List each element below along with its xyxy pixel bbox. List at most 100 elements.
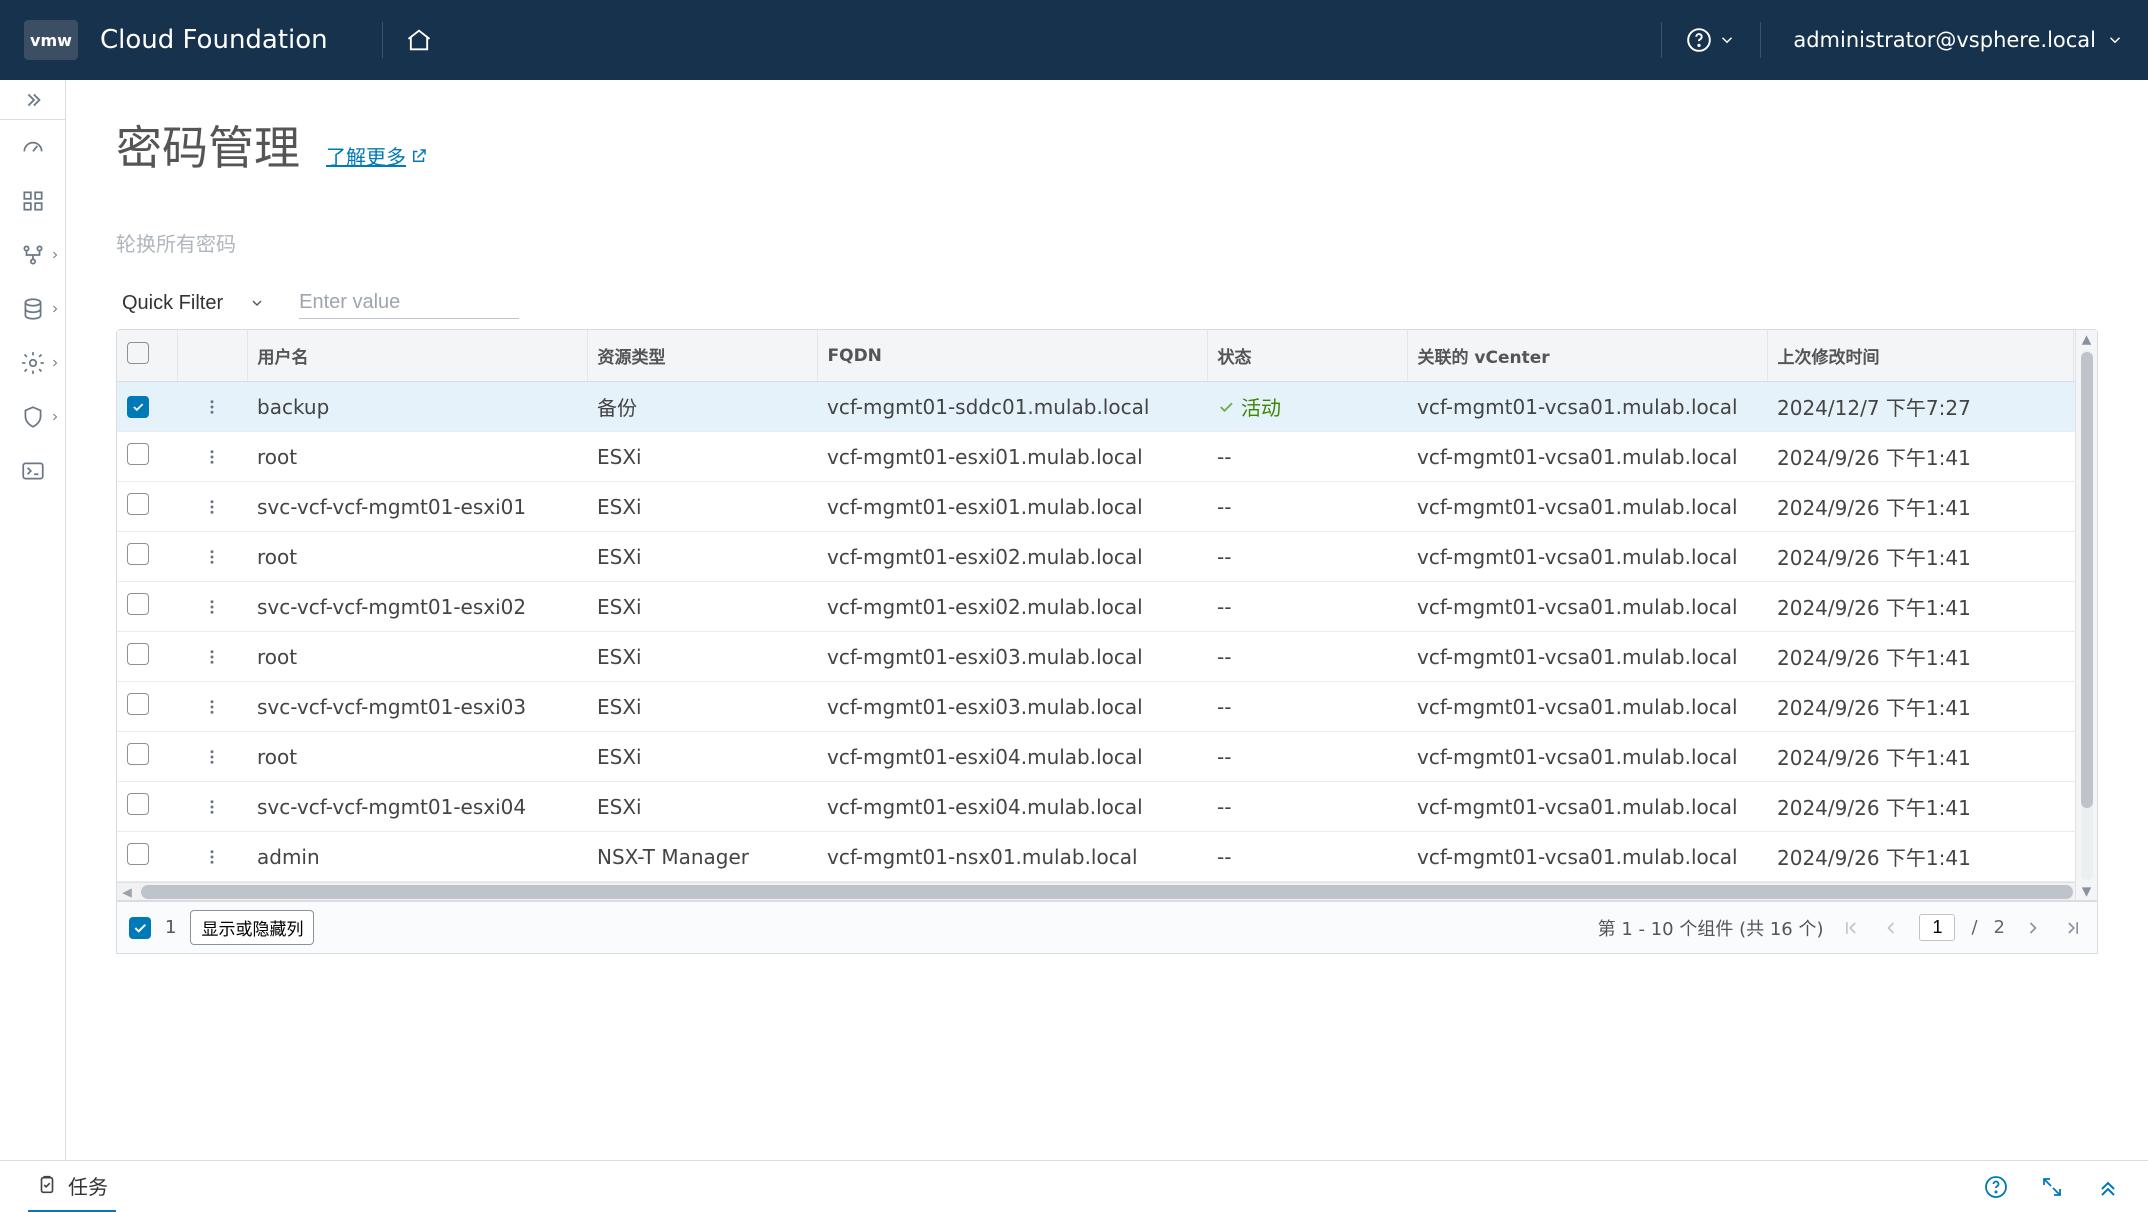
cell-modified: 2024/9/26 下午1:41 (1767, 482, 2073, 532)
help-icon (1686, 27, 1712, 53)
product-name: Cloud Foundation (100, 25, 328, 55)
cell-type: ESXi (587, 432, 817, 482)
row-checkbox[interactable] (127, 493, 149, 515)
grid-icon (20, 188, 46, 214)
selection-indicator[interactable] (129, 917, 151, 939)
col-modified[interactable]: 上次修改时间 (1767, 330, 2073, 382)
cell-fqdn: vcf-mgmt01-esxi04.mulab.local (817, 732, 1207, 782)
row-actions-menu[interactable] (187, 446, 237, 468)
expand-panel-icon[interactable] (2096, 1175, 2120, 1199)
row-checkbox[interactable] (127, 396, 149, 418)
table-row[interactable]: svc-vcf-vcf-mgmt01-esxi04ESXivcf-mgmt01-… (117, 782, 2097, 832)
chevron-right-icon (49, 357, 61, 369)
row-checkbox[interactable] (127, 543, 149, 565)
row-actions-menu[interactable] (187, 596, 237, 618)
row-actions-menu[interactable] (187, 396, 237, 418)
first-page-icon (1841, 918, 1861, 938)
sidebar-item-inventory[interactable] (0, 174, 65, 228)
cell-user: svc-vcf-vcf-mgmt01-esxi03 (247, 682, 587, 732)
row-checkbox[interactable] (127, 443, 149, 465)
cell-user: backup (247, 382, 587, 432)
col-fqdn[interactable]: FQDN (817, 330, 1207, 382)
row-checkbox[interactable] (127, 593, 149, 615)
table-row[interactable]: rootESXivcf-mgmt01-esxi03.mulab.local--v… (117, 632, 2097, 682)
tasks-tab[interactable]: 任务 (28, 1161, 116, 1212)
cell-fqdn: vcf-mgmt01-nsx01.mulab.local (817, 832, 1207, 882)
home-icon[interactable] (401, 22, 437, 58)
page-total: 2 (1994, 917, 2005, 938)
row-actions-menu[interactable] (187, 496, 237, 518)
row-checkbox[interactable] (127, 843, 149, 865)
sidebar-item-settings[interactable] (0, 336, 65, 390)
bottom-help-icon[interactable] (1984, 1175, 2008, 1199)
cell-user: root (247, 532, 587, 582)
cell-user: root (247, 732, 587, 782)
table-row[interactable]: rootESXivcf-mgmt01-esxi02.mulab.local--v… (117, 532, 2097, 582)
help-dropdown[interactable] (1680, 21, 1742, 59)
database-icon (20, 296, 46, 322)
table-row[interactable]: rootESXivcf-mgmt01-esxi01.mulab.local--v… (117, 432, 2097, 482)
row-actions-menu[interactable] (187, 796, 237, 818)
clipboard-icon (36, 1174, 58, 1196)
cell-user: root (247, 432, 587, 482)
learn-more-link[interactable]: 了解更多 (326, 141, 428, 170)
cell-status: -- (1207, 632, 1407, 682)
cell-modified: 2024/9/26 下午1:41 (1767, 532, 2073, 582)
page-input[interactable] (1919, 914, 1955, 941)
cell-fqdn: vcf-mgmt01-esxi02.mulab.local (817, 532, 1207, 582)
cell-fqdn: vcf-mgmt01-esxi03.mulab.local (817, 632, 1207, 682)
table-row[interactable]: svc-vcf-vcf-mgmt01-esxi03ESXivcf-mgmt01-… (117, 682, 2097, 732)
sidebar-expand-button[interactable] (0, 80, 65, 120)
col-vcenter[interactable]: 关联的 vCenter (1407, 330, 1767, 382)
page-title: 密码管理 (116, 112, 300, 178)
last-page-button[interactable] (2061, 916, 2085, 940)
row-checkbox[interactable] (127, 643, 149, 665)
table-row[interactable]: svc-vcf-vcf-mgmt01-esxi02ESXivcf-mgmt01-… (117, 582, 2097, 632)
row-actions-menu[interactable] (187, 846, 237, 868)
row-actions-menu[interactable] (187, 646, 237, 668)
row-actions-menu[interactable] (187, 696, 237, 718)
prev-page-button[interactable] (1879, 916, 1903, 940)
col-user[interactable]: 用户名 (247, 330, 587, 382)
row-checkbox[interactable] (127, 743, 149, 765)
terminal-icon (20, 458, 46, 484)
first-page-button[interactable] (1839, 916, 1863, 940)
column-toggle-button[interactable]: 显示或隐藏列 (190, 910, 314, 945)
sidebar-item-storage[interactable] (0, 282, 65, 336)
sidebar-item-security[interactable] (0, 390, 65, 444)
cell-modified: 2024/12/7 下午7:27 (1767, 382, 2073, 432)
check-icon (1217, 398, 1235, 416)
sidebar-item-developer[interactable] (0, 444, 65, 498)
table-row[interactable]: adminNSX-T Managervcf-mgmt01-nsx01.mulab… (117, 832, 2097, 882)
sidebar-item-dashboard[interactable] (0, 120, 65, 174)
cell-fqdn: vcf-mgmt01-esxi02.mulab.local (817, 582, 1207, 632)
cell-fqdn: vcf-mgmt01-esxi01.mulab.local (817, 432, 1207, 482)
horizontal-scrollbar[interactable]: ◂ ▸ (117, 882, 2097, 900)
sidebar-item-hosts[interactable] (0, 228, 65, 282)
row-checkbox[interactable] (127, 693, 149, 715)
vertical-scrollbar[interactable]: ▴ ▾ (2075, 330, 2097, 900)
cell-status: -- (1207, 732, 1407, 782)
rotate-all-passwords-button[interactable]: 轮换所有密码 (116, 228, 2098, 257)
cell-type: ESXi (587, 582, 817, 632)
cell-modified: 2024/9/26 下午1:41 (1767, 832, 2073, 882)
maximize-icon[interactable] (2040, 1175, 2064, 1199)
user-menu[interactable]: administrator@vsphere.local (1793, 28, 2124, 52)
col-select-all[interactable] (117, 330, 177, 382)
cell-user: admin (247, 832, 587, 882)
row-actions-menu[interactable] (187, 546, 237, 568)
row-actions-menu[interactable] (187, 746, 237, 768)
row-checkbox[interactable] (127, 793, 149, 815)
table-row[interactable]: svc-vcf-vcf-mgmt01-esxi01ESXivcf-mgmt01-… (117, 482, 2097, 532)
col-type[interactable]: 资源类型 (587, 330, 817, 382)
table-row[interactable]: backup备份vcf-mgmt01-sddc01.mulab.local活动v… (117, 382, 2097, 432)
next-page-button[interactable] (2021, 916, 2045, 940)
cell-modified: 2024/9/26 下午1:41 (1767, 432, 2073, 482)
scroll-down-icon: ▾ (2076, 882, 2097, 900)
cell-fqdn: vcf-mgmt01-esxi04.mulab.local (817, 782, 1207, 832)
col-status[interactable]: 状态 (1207, 330, 1407, 382)
filter-input[interactable] (299, 287, 519, 319)
quick-filter-dropdown[interactable]: Quick Filter (116, 291, 271, 316)
cell-vcenter: vcf-mgmt01-vcsa01.mulab.local (1407, 432, 1767, 482)
table-row[interactable]: rootESXivcf-mgmt01-esxi04.mulab.local--v… (117, 732, 2097, 782)
